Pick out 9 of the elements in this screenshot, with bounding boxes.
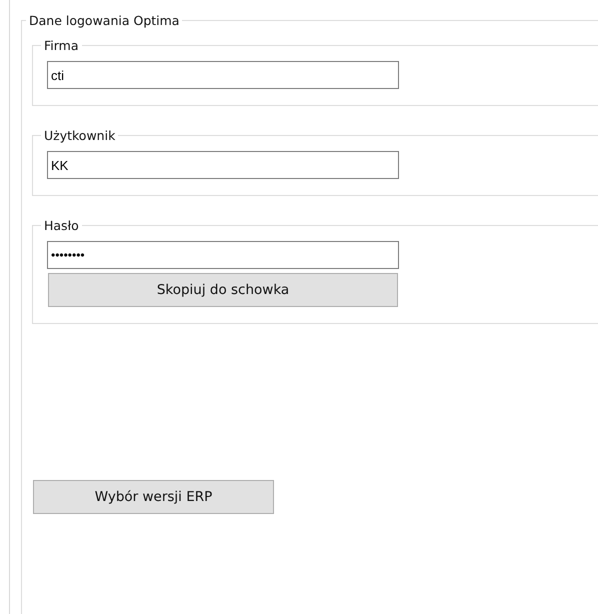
field-label: Użytkownik [43, 128, 116, 143]
input-field[interactable]: cti [47, 61, 399, 89]
erp-version-button[interactable]: Wybór wersji ERP [33, 480, 274, 514]
copy-button[interactable]: Skopiuj do schowka [48, 273, 398, 307]
field-label: Firma [43, 38, 80, 53]
password-field[interactable]: •••••••• [47, 241, 399, 269]
group-title: Dane logowania Optima [28, 13, 180, 28]
field-label: Hasło [43, 218, 80, 233]
input-field[interactable]: KK [47, 151, 399, 179]
